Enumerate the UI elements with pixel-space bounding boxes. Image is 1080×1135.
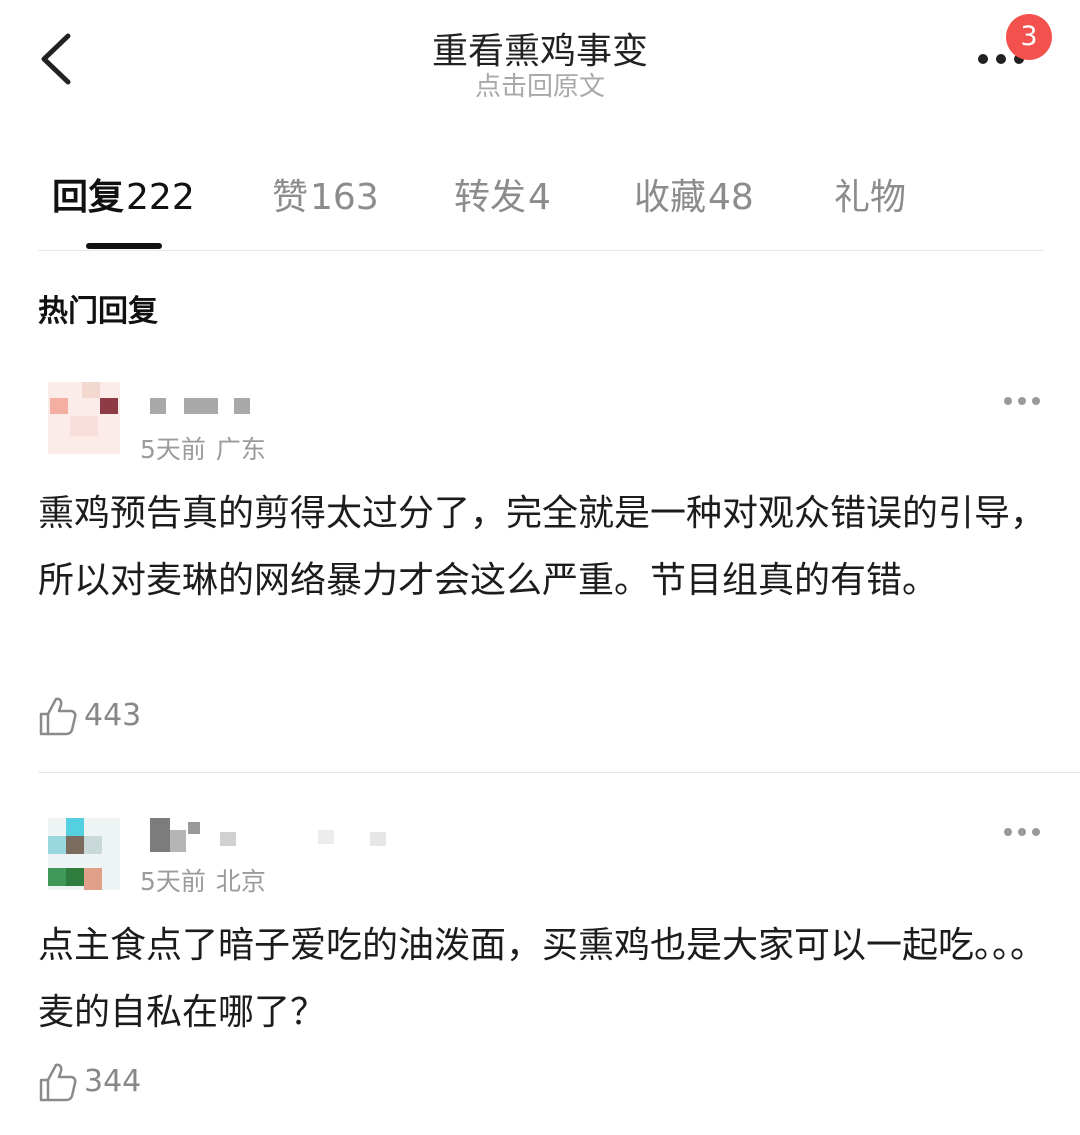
- tab-bar: 回复222 赞163 转发4 收藏48 礼物: [0, 168, 1080, 228]
- divider: [38, 250, 1044, 251]
- notification-badge: 3: [1006, 14, 1052, 60]
- tab-label: 转发: [454, 177, 527, 218]
- comment-time: 5天前: [140, 435, 206, 464]
- tab-label: 收藏: [634, 177, 707, 218]
- tab-count: 222: [126, 177, 195, 218]
- tab-favorites[interactable]: 收藏48: [634, 168, 754, 220]
- tab-count: 4: [528, 177, 551, 218]
- avatar[interactable]: [48, 382, 120, 454]
- comment-location: 广东: [215, 435, 266, 464]
- tab-replies[interactable]: 回复222: [52, 168, 195, 220]
- comment-text: 熏鸡预告真的剪得太过分了，完全就是一种对观众错误的引导，所以对麦琳的网络暴力才会…: [38, 493, 1047, 601]
- comment-more-button[interactable]: [1000, 823, 1044, 843]
- thumbs-up-icon: [39, 697, 77, 736]
- back-to-original-link[interactable]: 点击回原文: [0, 66, 1080, 103]
- section-title: 热门回复: [38, 294, 158, 329]
- avatar[interactable]: [48, 818, 120, 890]
- divider: [38, 772, 1080, 773]
- comment-time: 5天前: [140, 867, 206, 896]
- tab-reposts[interactable]: 转发4: [454, 168, 551, 220]
- comment-more-button[interactable]: [1000, 392, 1044, 412]
- tab-label: 赞: [272, 177, 309, 218]
- comment-text: 点主食点了暗子爱吃的油泼面，买熏鸡也是大家可以一起吃。。。麦的自私在哪了？: [38, 925, 1047, 1033]
- active-tab-indicator: [86, 243, 162, 249]
- tab-label: 礼物: [834, 177, 907, 218]
- like-count: 443: [84, 698, 142, 733]
- tab-gifts[interactable]: 礼物: [834, 168, 908, 220]
- tab-likes[interactable]: 赞163: [272, 168, 379, 220]
- like-count: 344: [84, 1064, 142, 1099]
- comment-meta: 5天前 北京: [140, 862, 266, 898]
- thumbs-up-icon: [39, 1063, 77, 1102]
- comment-meta: 5天前 广东: [140, 430, 266, 466]
- tab-count: 48: [708, 177, 754, 218]
- tab-count: 163: [310, 177, 379, 218]
- tab-label: 回复: [52, 177, 125, 218]
- top-bar: 重看熏鸡事变 点击回原文 3: [0, 0, 1080, 120]
- comment-location: 北京: [215, 867, 266, 896]
